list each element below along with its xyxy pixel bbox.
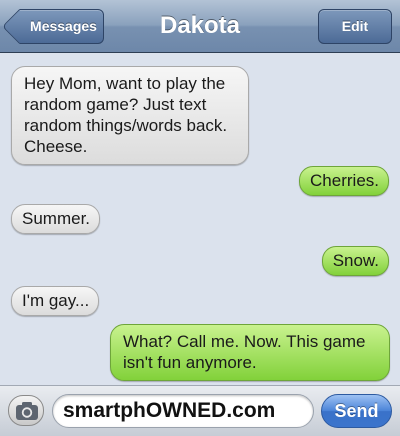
camera-icon <box>16 402 38 420</box>
message-composer: smartphOWNED.com Send <box>0 385 400 436</box>
camera-button[interactable] <box>8 395 44 426</box>
message-input[interactable]: smartphOWNED.com <box>52 394 314 428</box>
incoming-message-bubble[interactable]: I'm gay... <box>11 286 100 316</box>
message-thread[interactable]: Hey Mom, want to play the random game? J… <box>0 54 400 384</box>
outgoing-message-bubble[interactable]: Cherries. <box>299 166 389 196</box>
incoming-message-bubble[interactable]: Hey Mom, want to play the random game? J… <box>11 66 249 165</box>
incoming-message-bubble[interactable]: Summer. <box>11 204 101 234</box>
outgoing-message-bubble[interactable]: What? Call me. Now. This game isn't fun … <box>110 324 390 381</box>
outgoing-message-bubble[interactable]: Snow. <box>321 246 389 276</box>
navigation-bar: Messages Dakota Edit <box>0 0 400 53</box>
back-button[interactable]: Messages <box>1 8 104 45</box>
send-button[interactable]: Send <box>321 394 392 428</box>
back-button-label: Messages <box>30 18 97 34</box>
edit-button[interactable]: Edit <box>318 9 392 44</box>
